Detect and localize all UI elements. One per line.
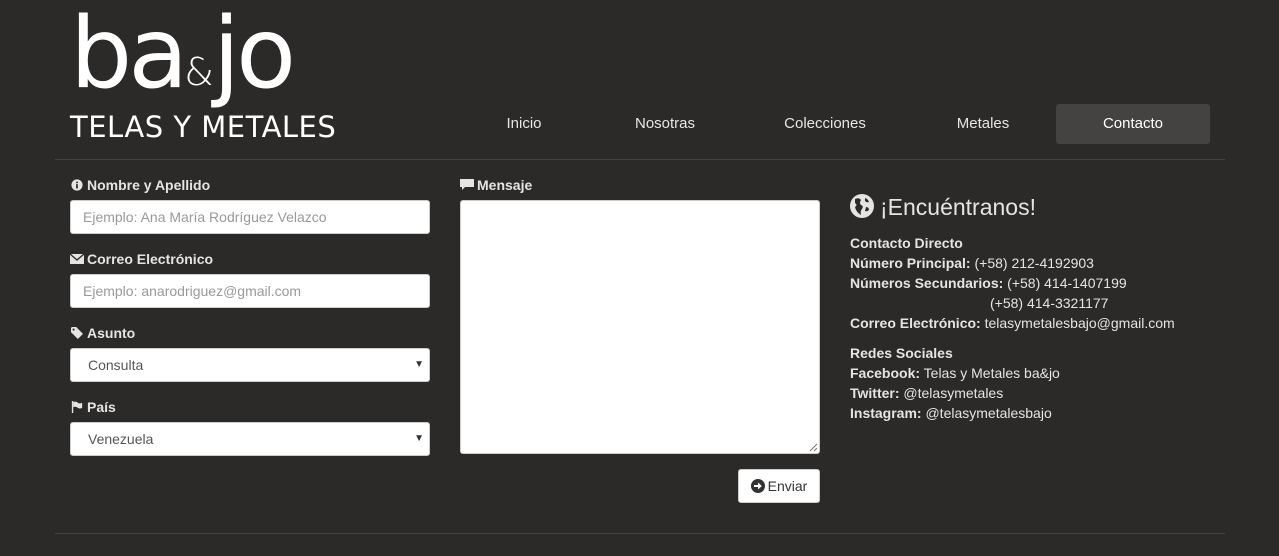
main-phone-row: Número Principal: (+58) 212-4192903: [850, 255, 1094, 271]
contact-title: ¡Encuéntranos!: [880, 194, 1036, 220]
envelope-icon: [70, 253, 84, 264]
tag-icon: [71, 327, 83, 339]
direct-contact-heading: Contacto Directo: [850, 235, 963, 251]
chevron-down-icon: ▼: [414, 433, 424, 444]
facebook-label: Facebook:: [850, 365, 921, 381]
flag-icon: [71, 401, 83, 413]
submit-label: Enviar: [767, 478, 808, 494]
instagram-label: Instagram:: [850, 405, 922, 421]
contact-title-row: ¡Encuéntranos!: [850, 194, 1250, 221]
logo-subtitle: TELAS Y METALES: [70, 110, 337, 144]
subject-select[interactable]: Consulta ▼: [70, 348, 430, 382]
message-label: Mensaje: [477, 177, 533, 193]
chevron-down-icon: ▼: [414, 359, 424, 370]
info-icon: [71, 179, 83, 191]
instagram-row: Instagram: @telasymetalesbajo: [850, 405, 1052, 421]
brand-logo[interactable]: ba&jo TELAS Y METALES: [70, 4, 340, 144]
nav-item-inicio[interactable]: Inicio: [478, 104, 570, 144]
name-label: Nombre y Apellido: [87, 177, 211, 193]
secondary-phone-label: Números Secundarios:: [850, 275, 1004, 291]
main-phone[interactable]: (+58) 212-4192903: [974, 255, 1094, 271]
subject-label: Asunto: [87, 325, 136, 341]
facebook-link[interactable]: Telas y Metales ba&jo: [924, 365, 1060, 381]
secondary-phone-2[interactable]: (+58) 414-3321177: [990, 295, 1108, 311]
secondary-phone-row: Números Secundarios: (+58) 414-1407199: [850, 275, 1127, 291]
nav-item-contacto[interactable]: Contacto: [1056, 104, 1210, 144]
logo-ba: ba: [70, 0, 188, 111]
footer-divider: [55, 533, 1225, 534]
arrow-circle-right-icon: [750, 479, 765, 493]
name-label-row: Nombre y Apellido: [70, 177, 210, 193]
message-textarea[interactable]: [460, 200, 820, 454]
twitter-row: Twitter: @telasymetales: [850, 385, 1003, 401]
resize-handle-icon[interactable]: [809, 443, 818, 452]
message-label-row: Mensaje: [460, 177, 532, 193]
contact-email-label: Correo Electrónico:: [850, 315, 981, 331]
email-row: Correo Electrónico: telasymetalesbajo@gm…: [850, 315, 1175, 331]
logo-amp: &: [184, 50, 214, 94]
email-label-row: Correo Electrónico: [70, 251, 213, 267]
nav-item-colecciones[interactable]: Colecciones: [770, 104, 880, 144]
country-select[interactable]: Venezuela ▼: [70, 422, 430, 456]
logo-jo: jo: [212, 0, 296, 111]
contact-email[interactable]: telasymetalesbajo@gmail.com: [985, 315, 1175, 331]
email-input[interactable]: Ejemplo: anarodriguez@gmail.com: [70, 274, 430, 308]
subject-label-row: Asunto: [70, 325, 135, 341]
twitter-link[interactable]: @telasymetales: [903, 385, 1003, 401]
social-heading: Redes Sociales: [850, 345, 953, 361]
facebook-row: Facebook: Telas y Metales ba&jo: [850, 365, 1060, 381]
comment-icon: [460, 179, 474, 190]
country-selected-value: Venezuela: [88, 431, 154, 447]
submit-button[interactable]: Enviar: [738, 469, 820, 503]
logo-wordmark: ba&jo: [70, 4, 296, 104]
name-input[interactable]: Ejemplo: Ana María Rodríguez Velazco: [70, 200, 430, 234]
main-phone-label: Número Principal:: [850, 255, 971, 271]
contact-info: ¡Encuéntranos!: [850, 194, 1250, 221]
nav-item-nosotras[interactable]: Nosotras: [615, 104, 715, 144]
country-label-row: País: [70, 399, 116, 415]
header-divider: [55, 159, 1225, 160]
globe-icon: [850, 194, 874, 218]
twitter-label: Twitter:: [850, 385, 900, 401]
nav-item-metales[interactable]: Metales: [938, 104, 1028, 144]
instagram-link[interactable]: @telasymetalesbajo: [925, 405, 1051, 421]
country-label: País: [87, 399, 116, 415]
email-label: Correo Electrónico: [87, 251, 214, 267]
secondary-phone-1[interactable]: (+58) 414-1407199: [1007, 275, 1127, 291]
subject-selected-value: Consulta: [88, 357, 144, 373]
